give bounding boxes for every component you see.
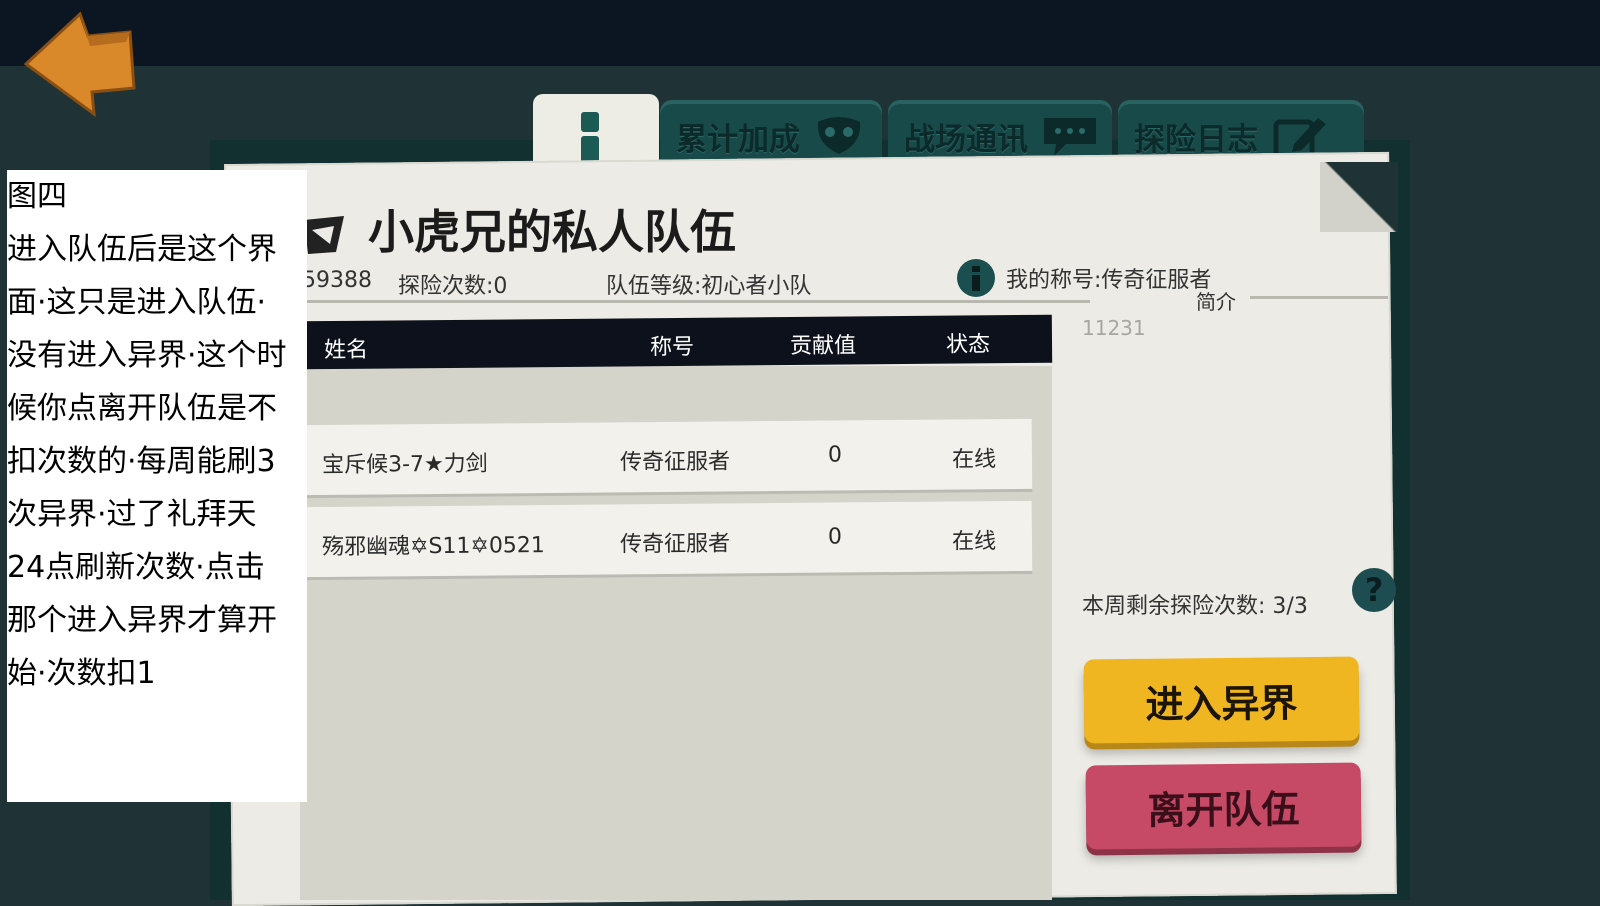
top-bar: [0, 0, 1600, 66]
table-row[interactable]: 殇邪幽魂✡S11✡0521 传奇征服者 0 在线: [301, 500, 1033, 578]
enter-otherworld-button[interactable]: 进入异界: [1083, 656, 1360, 744]
member-status: 在线: [951, 447, 997, 473]
note-line: 进入队伍后是这个界: [7, 232, 277, 267]
my-title: 我的称号:传奇征服者: [1006, 268, 1212, 293]
note-line: 次异界·过了礼拜天: [7, 497, 257, 532]
member-title: 传奇征服者: [619, 531, 731, 558]
table-row[interactable]: 宝斥候3-7★力剑 传奇征服者 0 在线: [301, 418, 1033, 496]
annotation-note: 图四 进入队伍后是这个界 面·这只是进入队伍· 没有进入异界·这个时 候你点离开…: [7, 170, 307, 802]
page-fold: [1320, 162, 1398, 232]
leave-team-button[interactable]: 离开队伍: [1085, 762, 1362, 850]
divider: [1250, 296, 1388, 299]
team-id-fragment: 59388: [302, 268, 372, 293]
member-contribution: 0: [827, 524, 843, 550]
info-badge-icon[interactable]: [956, 258, 996, 298]
tab-label: 探险日志: [1134, 121, 1258, 158]
team-emblem-icon: [304, 215, 344, 254]
weekly-remaining: 本周剩余探险次数: 3/3: [1082, 594, 1308, 619]
note-line: 图四: [7, 179, 67, 214]
member-name: 宝斥候3-7★力剑: [321, 451, 488, 479]
col-header-status: 状态: [945, 332, 991, 358]
note-line: 24点刷新次数·点击: [7, 550, 265, 585]
team-level: 队伍等级:初心者小队: [606, 274, 812, 299]
member-status: 在线: [951, 529, 997, 555]
member-contribution: 0: [827, 442, 843, 468]
col-header-contribution: 贡献值: [789, 333, 857, 360]
note-line: 那个进入异界才算开: [7, 603, 277, 638]
note-line: 没有进入异界·这个时: [7, 338, 287, 373]
team-name: 小虎兄的私人队伍: [368, 205, 737, 259]
col-header-title: 称号: [649, 334, 695, 361]
note-line: 面·这只是进入队伍·: [7, 285, 267, 320]
member-title: 传奇征服者: [619, 449, 731, 476]
member-table-header: 姓名 称号 贡献值 状态: [299, 314, 1053, 370]
note-line: 候你点离开队伍是不: [7, 391, 277, 426]
intro-label: 简介: [1196, 290, 1236, 314]
note-line: 始·次数扣1: [7, 656, 156, 691]
intro-text: 11231: [1082, 316, 1146, 340]
chat-icon: [1044, 118, 1096, 156]
col-header-name: 姓名: [323, 337, 369, 364]
help-icon[interactable]: ?: [1352, 568, 1396, 612]
adventure-count: 探险次数:0: [398, 274, 508, 299]
tab-label: 战场通讯: [904, 121, 1028, 158]
team-title-row: 小虎兄的私人队伍: [300, 196, 736, 262]
mask-icon: [817, 117, 861, 154]
tab-label: 累计加成: [676, 121, 800, 158]
divider: [300, 300, 1090, 303]
back-arrow-icon[interactable]: [18, 8, 138, 120]
note-line: 扣次数的·每周能刷3: [7, 444, 276, 479]
member-name: 殇邪幽魂✡S11✡0521: [321, 533, 545, 561]
